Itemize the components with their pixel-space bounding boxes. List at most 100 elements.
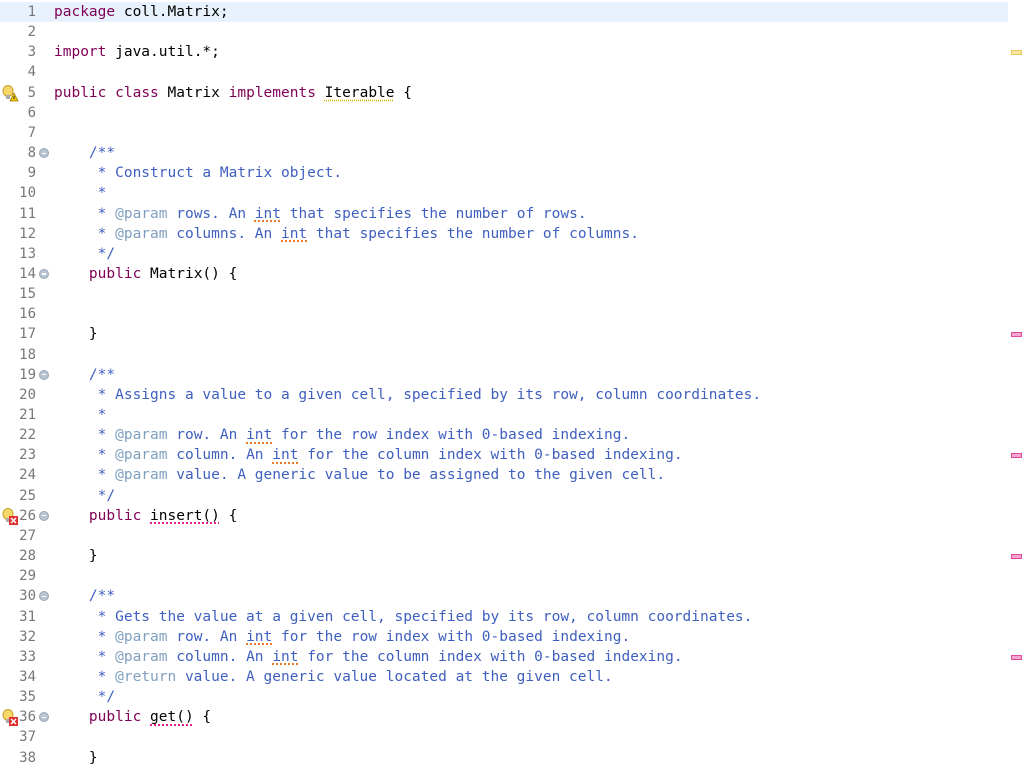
line-number: 29 <box>19 568 36 585</box>
line-code: * @param value. A generic value to be as… <box>54 465 665 485</box>
line-code: * @param columns. An int that specifies … <box>54 224 639 244</box>
code-line[interactable]: 13 */ <box>0 244 1008 264</box>
fold-collapse-icon[interactable] <box>39 510 49 521</box>
code-line[interactable]: 36 public get() { <box>0 707 1008 727</box>
code-line[interactable]: 12 * @param columns. An int that specifi… <box>0 224 1008 244</box>
code-line[interactable]: 5 public class Matrix implements Iterable… <box>0 83 1008 103</box>
code-token: public <box>88 507 142 524</box>
line-number: 8 <box>27 145 36 162</box>
code-token: * <box>54 427 116 444</box>
error-token: get() <box>150 709 194 726</box>
code-line[interactable]: 8 /** <box>0 143 1008 163</box>
code-token: * <box>54 205 116 222</box>
spelling-token: int <box>246 628 273 645</box>
code-token: for the row index with 0-based indexing. <box>272 628 631 645</box>
code-line[interactable]: 14 public Matrix() { <box>0 264 1008 284</box>
line-number: 31 <box>19 608 36 625</box>
code-token: column. An <box>167 447 273 464</box>
line-code: /** <box>54 586 115 606</box>
overview-ruler-error-marker[interactable] <box>1011 554 1022 560</box>
code-line[interactable]: 27 <box>0 526 1008 546</box>
line-number: 2 <box>27 24 36 41</box>
code-token: @param <box>115 427 168 444</box>
code-line[interactable]: 35 */ <box>0 687 1008 707</box>
line-code: * <box>54 405 107 425</box>
code-line[interactable]: 29 <box>0 566 1008 586</box>
overview-ruler-error-marker[interactable] <box>1011 332 1022 338</box>
line-number: 37 <box>19 729 36 746</box>
code-token: { <box>219 507 238 524</box>
code-line[interactable]: 7 <box>0 123 1008 143</box>
line-number: 18 <box>19 346 36 363</box>
line-code: public get() { <box>54 707 211 727</box>
code-line[interactable]: 24 * @param value. A generic value to be… <box>0 465 1008 485</box>
line-number: 5 <box>27 84 36 101</box>
code-token: * <box>54 407 107 423</box>
code-line[interactable]: 31 * Gets the value at a given cell, spe… <box>0 607 1008 627</box>
code-line[interactable]: 10 * <box>0 183 1008 203</box>
line-number: 7 <box>27 124 36 141</box>
fold-collapse-icon[interactable] <box>39 268 49 279</box>
fold-collapse-icon[interactable] <box>39 369 49 380</box>
code-line[interactable]: 15 <box>0 284 1008 304</box>
code-token: value. A generic value located at the gi… <box>176 668 613 685</box>
code-line[interactable]: 30 /** <box>0 586 1008 606</box>
code-token: * <box>54 648 116 665</box>
code-line[interactable]: 18 <box>0 345 1008 365</box>
code-token: Matrix() { <box>141 265 238 282</box>
code-line[interactable]: 32 * @param row. An int for the row inde… <box>0 627 1008 647</box>
error-token: insert() <box>150 507 220 524</box>
code-token: * Gets the value at a given cell, specif… <box>54 608 753 625</box>
code-editor[interactable]: 1 package coll.Matrix; 2 3 import java.util.… <box>0 0 1024 773</box>
code-token: } <box>54 548 98 565</box>
line-code: import java.util.*; <box>54 42 220 62</box>
code-line[interactable]: 2 <box>0 22 1008 42</box>
code-token: } <box>54 326 98 343</box>
code-line[interactable]: 3 import java.util.*; <box>0 42 1008 62</box>
code-token: */ <box>54 689 116 706</box>
code-token: column. An <box>167 648 273 665</box>
code-line[interactable]: 20 * Assigns a value to a given cell, sp… <box>0 385 1008 405</box>
code-line[interactable]: 17 } <box>0 324 1008 344</box>
line-code: public class Matrix implements Iterable … <box>54 83 412 103</box>
code-line[interactable]: 4 <box>0 62 1008 82</box>
line-number: 30 <box>19 588 36 605</box>
code-token: /** <box>54 366 116 383</box>
code-line[interactable]: 9 * Construct a Matrix object. <box>0 163 1008 183</box>
line-number: 12 <box>19 225 36 242</box>
code-line[interactable]: 6 <box>0 103 1008 123</box>
code-line[interactable]: 38 } <box>0 748 1008 768</box>
line-number: 3 <box>27 44 36 61</box>
code-line[interactable]: 19 /** <box>0 365 1008 385</box>
line-code: /** <box>54 143 115 163</box>
code-line[interactable]: 16 <box>0 304 1008 324</box>
code-line[interactable]: 37 <box>0 727 1008 747</box>
fold-collapse-icon[interactable] <box>39 591 49 602</box>
line-code: * @param column. An int for the column i… <box>54 647 683 667</box>
code-line[interactable]: 28 } <box>0 546 1008 566</box>
warning-token: Iterable <box>324 84 395 101</box>
line-number: 21 <box>19 407 36 423</box>
overview-ruler-error-marker[interactable] <box>1011 654 1022 660</box>
line-number: 19 <box>19 366 36 383</box>
code-line[interactable]: 26 public insert() { <box>0 506 1008 526</box>
line-code: public Matrix() { <box>54 264 237 284</box>
code-line[interactable]: 1 package coll.Matrix; <box>0 2 1008 22</box>
code-line[interactable]: 33 * @param column. An int for the colum… <box>0 647 1008 667</box>
code-line[interactable]: 11 * @param rows. An int that specifies … <box>0 204 1008 224</box>
fold-collapse-icon[interactable] <box>39 148 49 159</box>
overview-ruler-warning-marker[interactable] <box>1011 50 1022 56</box>
line-number: 32 <box>19 628 36 645</box>
line-code: * <box>54 183 107 203</box>
code-line[interactable]: 21 * <box>0 405 1008 425</box>
line-code: * Assigns a value to a given cell, speci… <box>54 385 761 405</box>
overview-ruler-error-marker[interactable] <box>1011 453 1022 459</box>
code-token: * <box>54 628 116 645</box>
code-line[interactable]: 22 * @param row. An int for the row inde… <box>0 425 1008 445</box>
line-number: 16 <box>19 306 36 323</box>
code-line[interactable]: 25 */ <box>0 486 1008 506</box>
code-line[interactable]: 23 * @param column. An int for the colum… <box>0 445 1008 465</box>
fold-collapse-icon[interactable] <box>39 712 49 723</box>
code-line[interactable]: 34 * @return value. A generic value loca… <box>0 667 1008 687</box>
